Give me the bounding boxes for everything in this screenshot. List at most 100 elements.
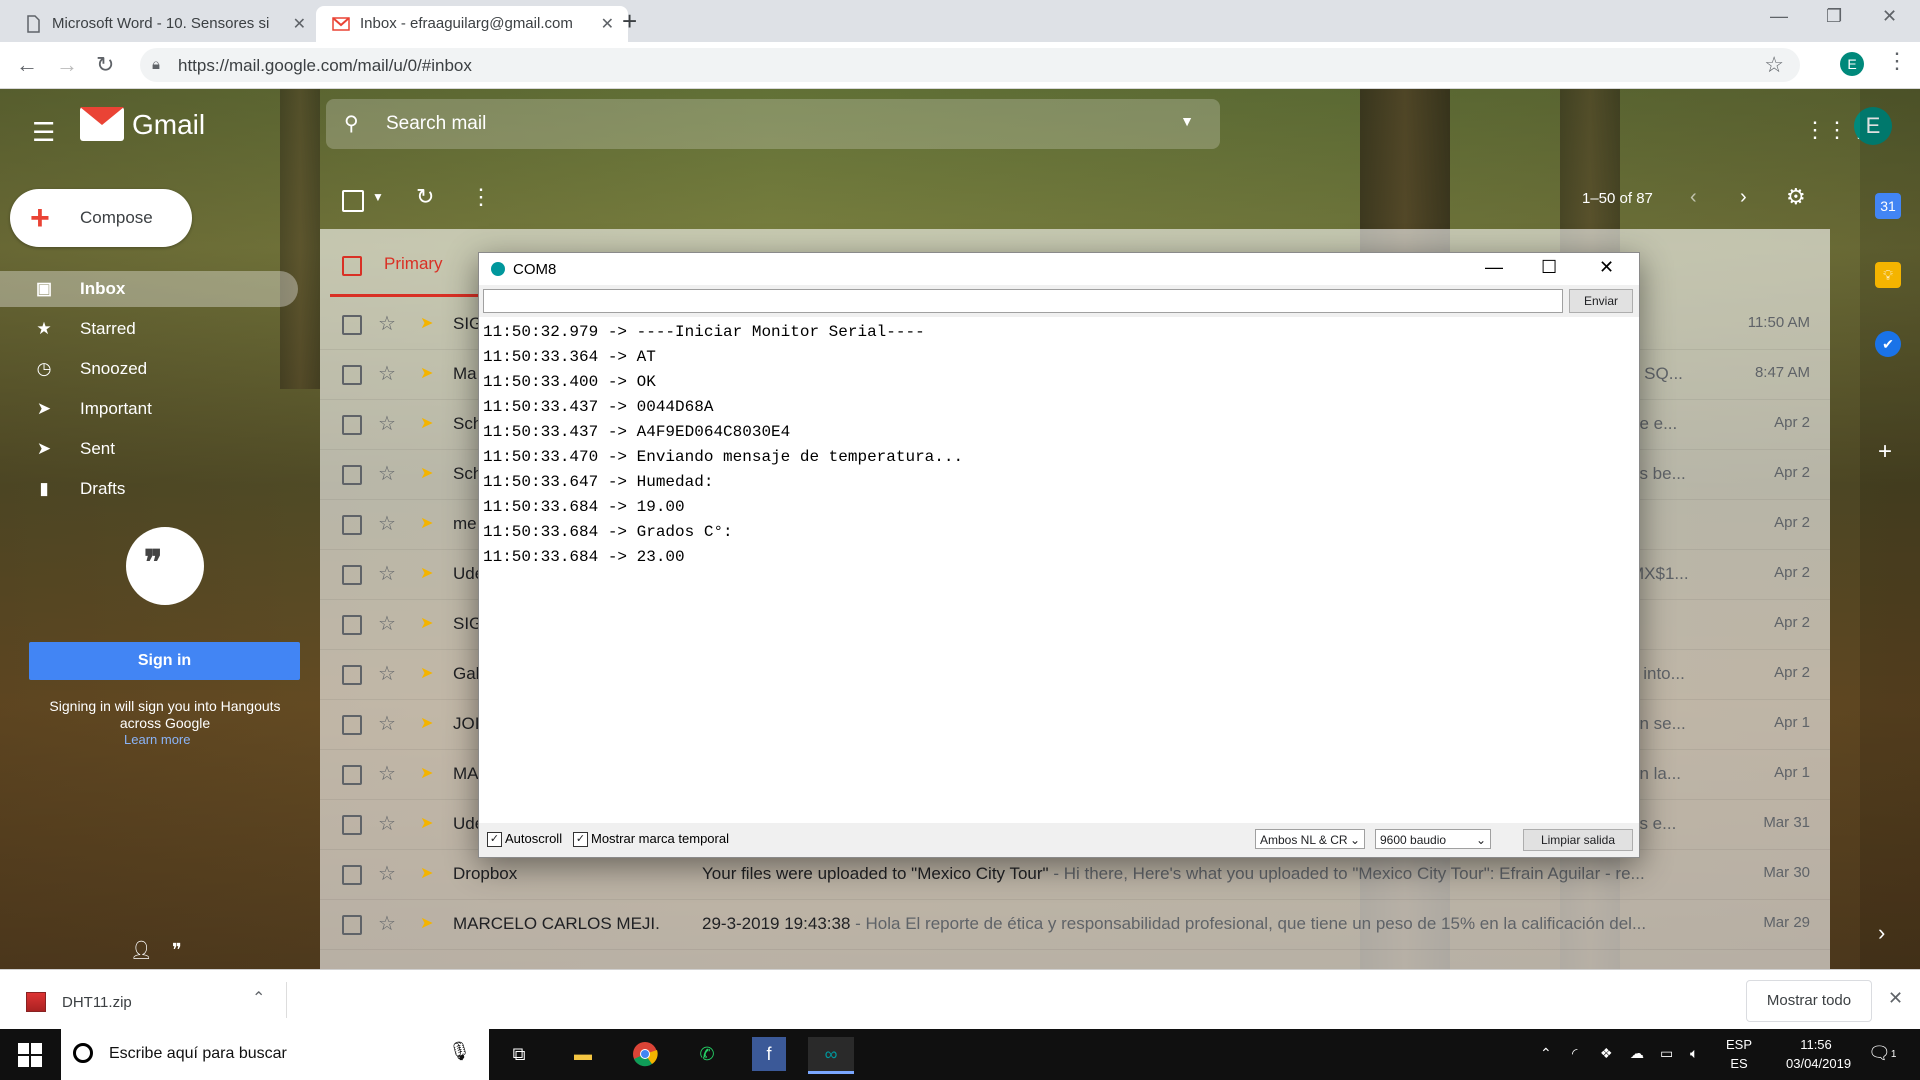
baud-rate-select[interactable]: 9600 baudio ⌄: [1375, 829, 1491, 849]
nav-sent[interactable]: ➤ Sent: [0, 431, 298, 467]
star-icon[interactable]: ☆: [378, 661, 396, 686]
serial-output-area[interactable]: 11:50:32.979 -> ----Iniciar Monitor Seri…: [479, 319, 1637, 815]
row-checkbox[interactable]: [342, 915, 362, 935]
row-checkbox[interactable]: [342, 665, 362, 685]
action-center-icon[interactable]: 🗨︎1: [1868, 1043, 1896, 1064]
important-marker-icon[interactable]: ➤: [420, 613, 433, 633]
important-marker-icon[interactable]: ➤: [420, 563, 433, 583]
important-marker-icon[interactable]: ➤: [420, 763, 433, 783]
nav-inbox[interactable]: ▣ Inbox: [0, 271, 298, 307]
taskbar-search-box[interactable]: Escribe aquí para buscar 🎙︎: [61, 1029, 489, 1080]
important-marker-icon[interactable]: ➤: [420, 863, 433, 883]
battery-icon[interactable]: ▭: [1660, 1045, 1673, 1062]
nav-snoozed[interactable]: ◷ Snoozed: [0, 351, 298, 387]
new-tab-button[interactable]: +: [622, 6, 637, 37]
task-view-icon[interactable]: ⧉: [502, 1037, 536, 1071]
star-icon[interactable]: ☆: [378, 811, 396, 836]
tab-close-icon[interactable]: ✕: [601, 14, 614, 34]
dropbox-icon[interactable]: ❖: [1600, 1045, 1613, 1062]
nav-starred[interactable]: ★ Starred: [0, 311, 298, 347]
hangouts-sign-in-button[interactable]: Sign in: [29, 642, 300, 680]
onedrive-icon[interactable]: ☁: [1630, 1045, 1644, 1062]
search-icon[interactable]: ⚲: [344, 111, 359, 136]
download-file-name[interactable]: DHT11.zip: [62, 994, 132, 1011]
next-page-icon[interactable]: ›: [1740, 186, 1747, 209]
star-icon[interactable]: ☆: [378, 461, 396, 486]
important-marker-icon[interactable]: ➤: [420, 913, 433, 933]
star-icon[interactable]: ☆: [378, 611, 396, 636]
browser-menu-icon[interactable]: ⋮: [1886, 48, 1908, 74]
star-icon[interactable]: ☆: [378, 711, 396, 736]
person-icon[interactable]: 👤︎: [130, 940, 153, 961]
expand-panel-icon[interactable]: ›: [1878, 920, 1885, 946]
chevron-up-icon[interactable]: ⌃: [252, 988, 265, 1008]
close-icon[interactable]: ✕: [1599, 257, 1614, 278]
timestamp-checkbox[interactable]: ✓: [573, 832, 588, 847]
chrome-icon[interactable]: [628, 1037, 662, 1071]
browser-profile-avatar[interactable]: E: [1840, 52, 1864, 76]
serial-monitor-titlebar[interactable]: COM8 — ☐ ✕: [479, 253, 1639, 285]
row-checkbox[interactable]: [342, 365, 362, 385]
windows-start-icon[interactable]: [18, 1043, 42, 1067]
back-icon[interactable]: ←: [16, 52, 38, 78]
input-language[interactable]: ESP ES: [1724, 1035, 1754, 1073]
minimize-icon[interactable]: —: [1770, 6, 1788, 27]
row-checkbox[interactable]: [342, 415, 362, 435]
minimize-icon[interactable]: —: [1485, 257, 1503, 278]
learn-more-link[interactable]: Learn more: [124, 732, 190, 747]
row-checkbox[interactable]: [342, 515, 362, 535]
reload-icon[interactable]: ↻: [96, 52, 114, 78]
row-checkbox[interactable]: [342, 315, 362, 335]
star-icon[interactable]: ☆: [378, 911, 396, 936]
row-checkbox[interactable]: [342, 865, 362, 885]
nav-drafts[interactable]: ▮ Drafts: [0, 471, 298, 507]
select-dropdown-icon[interactable]: ▼: [372, 190, 384, 204]
show-all-downloads-button[interactable]: Mostrar todo: [1746, 980, 1872, 1022]
compose-button[interactable]: + Compose: [10, 189, 192, 247]
select-all-checkbox[interactable]: [342, 190, 364, 212]
serial-send-input[interactable]: [483, 289, 1563, 313]
address-bar[interactable]: 🔒︎ https://mail.google.com/mail/u/0/#inb…: [140, 48, 1800, 82]
row-checkbox[interactable]: [342, 765, 362, 785]
network-icon[interactable]: ◜: [1572, 1045, 1577, 1062]
important-marker-icon[interactable]: ➤: [420, 463, 433, 483]
important-marker-icon[interactable]: ➤: [420, 363, 433, 383]
add-addon-icon[interactable]: +: [1878, 438, 1892, 466]
bookmark-star-icon[interactable]: ☆: [1764, 52, 1784, 78]
taskbar-clock[interactable]: 11:56 03/04/2019: [1786, 1035, 1851, 1073]
search-options-icon[interactable]: ▼: [1180, 113, 1194, 129]
calendar-icon[interactable]: 31: [1875, 193, 1901, 219]
autoscroll-checkbox[interactable]: ✓: [487, 832, 502, 847]
mail-row[interactable]: ☆ ➤ MARCELO CARLOS MEJI. 29-3-2019 19:43:38…: [320, 899, 1830, 950]
keep-icon[interactable]: 💡︎: [1875, 262, 1901, 288]
important-marker-icon[interactable]: ➤: [420, 413, 433, 433]
file-explorer-icon[interactable]: ▬: [566, 1037, 600, 1071]
search-mail-input[interactable]: ⚲ Search mail ▼: [326, 99, 1220, 149]
restore-icon[interactable]: ❐: [1826, 6, 1842, 27]
refresh-icon[interactable]: ↻: [416, 184, 434, 210]
forward-icon[interactable]: →: [56, 52, 78, 78]
line-ending-select[interactable]: Ambos NL & CR ⌄: [1255, 829, 1365, 849]
star-icon[interactable]: ☆: [378, 761, 396, 786]
important-marker-icon[interactable]: ➤: [420, 313, 433, 333]
maximize-icon[interactable]: ☐: [1541, 257, 1557, 278]
close-download-bar-icon[interactable]: ✕: [1888, 988, 1903, 1009]
tab-close-icon[interactable]: ✕: [293, 14, 306, 34]
row-checkbox[interactable]: [342, 815, 362, 835]
facebook-icon[interactable]: f: [752, 1037, 786, 1071]
star-icon[interactable]: ☆: [378, 511, 396, 536]
row-checkbox[interactable]: [342, 615, 362, 635]
star-icon[interactable]: ☆: [378, 361, 396, 386]
row-checkbox[interactable]: [342, 465, 362, 485]
show-hidden-icons[interactable]: ⌃: [1540, 1045, 1552, 1062]
tab-gmail[interactable]: Inbox - efraaguilarg@gmail.com ✕: [316, 6, 628, 42]
tasks-icon[interactable]: ✔: [1875, 331, 1901, 357]
more-options-icon[interactable]: ⋮: [470, 184, 492, 210]
star-icon[interactable]: ☆: [378, 311, 396, 336]
nav-important[interactable]: ➤ Important: [0, 391, 298, 427]
microphone-icon[interactable]: 🎙︎: [448, 1041, 471, 1062]
star-icon[interactable]: ☆: [378, 561, 396, 586]
row-checkbox[interactable]: [342, 715, 362, 735]
close-window-icon[interactable]: ✕: [1882, 6, 1897, 27]
important-marker-icon[interactable]: ➤: [420, 513, 433, 533]
